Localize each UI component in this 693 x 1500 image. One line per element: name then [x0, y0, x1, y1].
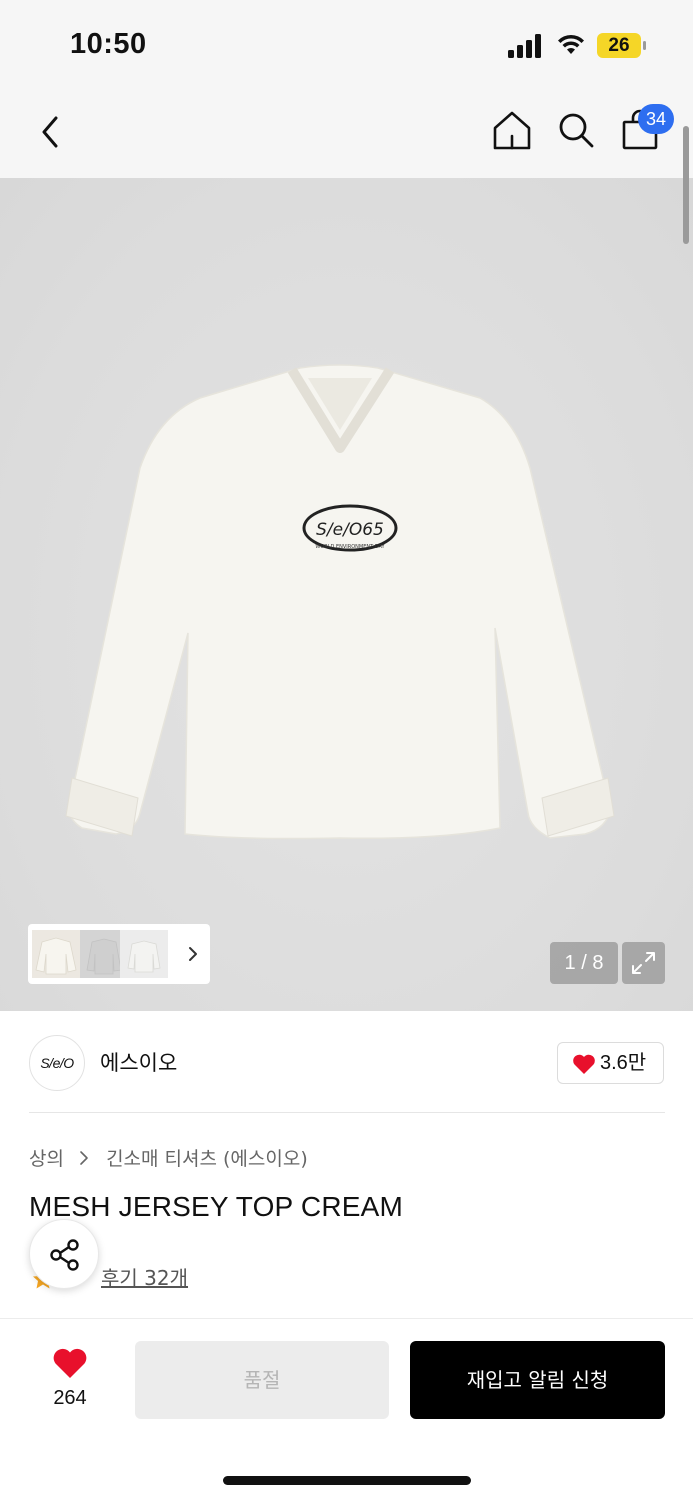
cellular-signal-icon	[508, 34, 541, 58]
thumbnail-strip[interactable]	[28, 924, 210, 984]
chevron-right-icon	[80, 1150, 88, 1165]
product-photo: S/e/O65 WORLD ENVIRONMENT DAY	[65, 364, 615, 840]
cart-count-badge: 34	[638, 104, 674, 134]
expand-button[interactable]	[622, 942, 665, 984]
brand-row[interactable]: S/e/O 에스이오 3.6만	[0, 1011, 693, 1113]
brand-name[interactable]: 에스이오	[100, 1047, 177, 1077]
search-icon[interactable]	[554, 108, 598, 152]
product-image-gallery[interactable]: S/e/O65 WORLD ENVIRONMENT DAY 1 / 8	[0, 178, 693, 1011]
svg-text:WORLD ENVIRONMENT DAY: WORLD ENVIRONMENT DAY	[315, 544, 385, 550]
wishlist-count: 264	[53, 1387, 87, 1409]
soldout-button[interactable]: 품절	[135, 1341, 389, 1419]
chevron-left-icon[interactable]	[30, 110, 70, 154]
heart-icon	[573, 1054, 595, 1074]
brand-like-button[interactable]: 3.6만	[557, 1042, 664, 1084]
svg-text:S/e/O65: S/e/O65	[316, 520, 384, 540]
brand-like-count: 3.6만	[600, 1052, 647, 1074]
bottom-action-bar: 264 품절 재입고 알림 신청	[0, 1318, 693, 1500]
breadcrumb: 상의 긴소매 티셔츠 (에스이오)	[29, 1144, 308, 1171]
share-button[interactable]	[29, 1219, 99, 1289]
status-time: 10:50	[70, 28, 147, 60]
wifi-icon	[558, 34, 584, 54]
product-title: MESH JERSEY TOP CREAM	[29, 1191, 404, 1222]
share-icon	[50, 1239, 79, 1271]
status-bar: 10:50 26	[0, 0, 693, 90]
expand-icon	[632, 952, 655, 974]
brand-logo[interactable]: S/e/O	[29, 1035, 85, 1091]
scrollbar[interactable]	[683, 126, 689, 244]
heart-icon[interactable]	[52, 1347, 88, 1379]
breadcrumb-item[interactable]: 긴소매 티셔츠 (에스이오)	[106, 1144, 308, 1171]
breadcrumb-item[interactable]: 상의	[29, 1144, 64, 1171]
restock-alert-button[interactable]: 재입고 알림 신청	[410, 1341, 665, 1419]
home-icon[interactable]	[490, 108, 534, 152]
home-indicator[interactable]	[223, 1476, 471, 1485]
thumbnail-image[interactable]	[120, 930, 168, 978]
divider	[29, 1112, 665, 1113]
thumbnail-image[interactable]	[32, 930, 80, 978]
chevron-right-icon[interactable]	[186, 942, 200, 966]
top-nav-bar	[0, 90, 693, 178]
image-page-counter: 1 / 8	[550, 942, 618, 984]
battery-level: 26	[608, 35, 630, 56]
review-link[interactable]: 후기 32개	[101, 1262, 188, 1291]
